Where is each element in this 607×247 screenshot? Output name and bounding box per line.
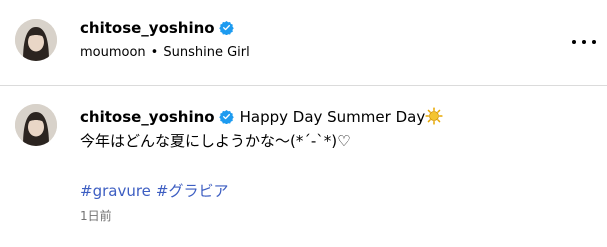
- more-horizontal-icon: [572, 40, 576, 44]
- divider: [0, 85, 607, 86]
- separator: •: [150, 45, 159, 60]
- song-link[interactable]: Sunshine Girl: [163, 45, 249, 60]
- hashtag-list: #gravure #グラビア: [80, 180, 590, 202]
- more-horizontal-icon: [592, 40, 596, 44]
- post-header: chitose_yoshino moumoon • Sunshine Girl: [0, 0, 607, 85]
- caption: chitose_yoshino Happy Day Summer Day 今年はど…: [80, 106, 590, 224]
- timestamp[interactable]: 1日前: [80, 208, 590, 224]
- caption-username[interactable]: chitose_yoshino: [80, 108, 215, 126]
- sun-icon: [425, 107, 443, 125]
- username-text[interactable]: chitose_yoshino: [80, 19, 215, 37]
- verified-badge-icon: [218, 20, 234, 35]
- avatar-image: [15, 104, 57, 146]
- hashtag-link[interactable]: #gravure: [80, 182, 151, 200]
- avatar[interactable]: [15, 19, 57, 61]
- caption-title: Happy Day Summer Day: [239, 108, 426, 126]
- avatar-image: [15, 19, 57, 61]
- audio-info: moumoon • Sunshine Girl: [80, 45, 250, 61]
- more-horizontal-icon: [582, 40, 586, 44]
- caption-first-line: chitose_yoshino Happy Day Summer Day: [80, 106, 590, 128]
- hashtag-link[interactable]: #グラビア: [156, 182, 229, 200]
- more-options-button[interactable]: [572, 33, 596, 51]
- header-username[interactable]: chitose_yoshino: [80, 19, 234, 37]
- comment-avatar[interactable]: [15, 104, 57, 146]
- artist-link[interactable]: moumoon: [80, 45, 146, 60]
- verified-badge-icon: [218, 109, 234, 124]
- caption-text: 今年はどんな夏にしようかな〜(*´-`*)♡: [80, 132, 351, 150]
